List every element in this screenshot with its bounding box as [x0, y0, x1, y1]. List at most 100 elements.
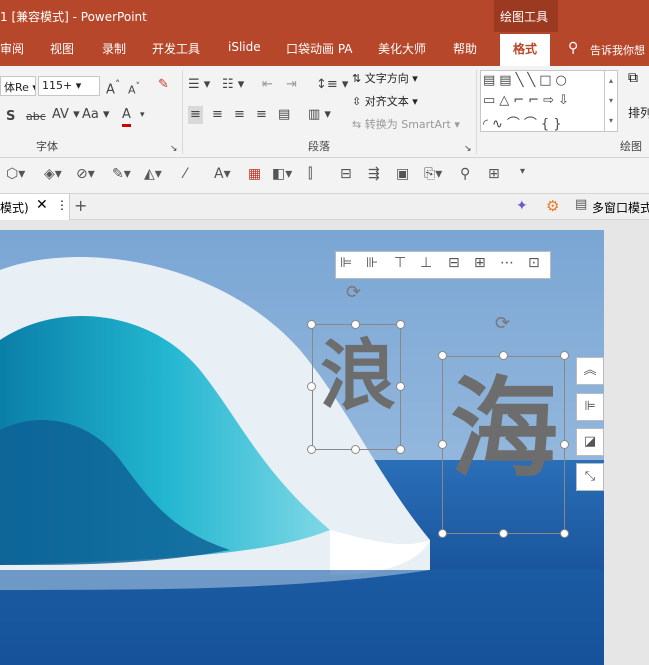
increase-indent-icon[interactable]: ⇥ [286, 76, 297, 94]
align-left-icon[interactable]: ≡ [188, 106, 203, 124]
customize-qat-icon[interactable]: ▾ [520, 166, 525, 177]
tell-me-box[interactable]: 告诉我你想 [590, 42, 645, 58]
search-icon[interactable]: ⚲ [568, 40, 578, 56]
align-text-button[interactable]: ⇳ 对齐文本 ▾ [352, 93, 418, 109]
align-center-icon[interactable]: ≡ [212, 106, 223, 124]
tab-1[interactable]: 视图 [50, 40, 74, 57]
outline-icon[interactable]: ✎▾ [112, 166, 131, 182]
rotate-handle-icon[interactable]: ⟳ [495, 313, 510, 334]
align-left-icon[interactable]: ⊫ [340, 255, 352, 271]
align-middle-icon[interactable]: ⊞ [474, 255, 486, 271]
drawing-group-label: 绘图 [620, 140, 642, 153]
numbering-icon[interactable]: ☷ ▾ [222, 76, 244, 94]
clear-format-icon[interactable]: ✎ [158, 76, 169, 94]
shapes-gallery[interactable]: ▤▤╲╲□○ ▭△⌐⌐⇨⇩ ◜∿⌒⌒{} [480, 70, 616, 132]
char-hai: 海 [450, 367, 559, 492]
decrease-font-icon[interactable]: A˅ [128, 78, 140, 100]
tab-2[interactable]: 录制 [102, 40, 126, 57]
shape-style-icon[interactable]: ◪ [576, 428, 604, 456]
arrange-icon[interactable]: ⧉ [628, 70, 638, 86]
smartart-label: 转换为 SmartArt [364, 118, 451, 131]
more-options-icon[interactable]: ⋯ [500, 255, 514, 271]
tab-8[interactable]: 格式 [513, 40, 537, 57]
align-center-v-icon[interactable]: ⊟ [448, 255, 460, 271]
select-pane-icon[interactable]: ⊞ [488, 166, 500, 182]
document-tab[interactable]: 模式) ✕ ⋮ [0, 194, 70, 220]
font-color-icon[interactable]: A [122, 106, 131, 127]
effects-icon[interactable]: ◭▾ [144, 166, 162, 182]
text-effects-icon[interactable]: A▾ [214, 166, 231, 182]
grid-icon[interactable]: ▦ [248, 166, 261, 182]
tab-6[interactable]: 美化大师 [378, 40, 426, 57]
document-tab-label: 模式) [0, 201, 29, 215]
text-direction-button[interactable]: ⇅ 文字方向 ▾ [352, 70, 418, 86]
divider [476, 70, 477, 154]
tab-4[interactable]: iSlide [228, 40, 261, 54]
multi-window-icon[interactable]: ▤ [575, 197, 587, 212]
text-direction-label: 文字方向 [364, 72, 409, 85]
distribute-v-icon[interactable]: ⊟ [340, 166, 352, 182]
tab-7[interactable]: 帮助 [453, 40, 477, 57]
font-launcher-icon[interactable]: ↘ [170, 140, 178, 158]
multi-window-label[interactable]: 多窗口模式 [592, 199, 649, 216]
fill-icon[interactable]: ◈▾ [44, 166, 62, 182]
font-size-value: 115+ [42, 79, 73, 92]
align-right-icon[interactable]: ⊪ [366, 255, 378, 271]
tab-3[interactable]: 开发工具 [152, 40, 200, 57]
rotate-handle-icon[interactable]: ⟳ [346, 282, 361, 303]
char-spacing-icon[interactable]: AV ▾ [52, 106, 80, 124]
font-size-combo[interactable]: 115+ ▾ [38, 76, 100, 96]
change-case-icon[interactable]: Aa ▾ [82, 106, 110, 124]
close-icon[interactable]: ✕ [36, 197, 48, 213]
shape-row-2[interactable]: ▭△⌐⌐⇨⇩ [483, 93, 573, 108]
window-title: 1 [兼容模式] - PowerPoint [0, 10, 147, 24]
eyedropper-icon[interactable]: ⁄ [184, 166, 186, 182]
align-text-label: 对齐文本 [364, 95, 409, 108]
layout-options-icon[interactable]: ︽ [576, 357, 604, 385]
paragraph-launcher-icon[interactable]: ↘ [464, 140, 472, 158]
color-swatch-icon[interactable]: ◧▾ [272, 166, 292, 182]
justify-icon[interactable]: ≡ [256, 106, 267, 124]
decrease-indent-icon[interactable]: ⇤ [262, 76, 273, 94]
shape-row-3[interactable]: ◜∿⌒⌒{} [483, 113, 565, 132]
bullets-icon[interactable]: ☰ ▾ [188, 76, 210, 94]
columns-icon[interactable]: ▥ ▾ [308, 106, 331, 124]
more-icon[interactable]: ⋮ [56, 198, 68, 212]
arrange-button[interactable]: 排列 [628, 104, 649, 121]
distributed-icon[interactable]: ▤ [278, 106, 290, 124]
divider [182, 70, 183, 154]
shape-tool-icon[interactable]: ⬡▾ [6, 166, 25, 182]
shapes-scroll[interactable]: ▴ ▾ ▾ [604, 70, 618, 132]
increase-font-icon[interactable]: A˄ [106, 76, 120, 99]
paste-icon[interactable]: ⎘▾ [424, 166, 442, 182]
shapes-icon[interactable]: ⊘▾ [76, 166, 95, 182]
magic-icon[interactable]: ✦ [516, 198, 528, 214]
tab-0[interactable]: 审阅 [0, 40, 24, 57]
align-right-icon[interactable]: ≡ [234, 106, 245, 124]
distribute-h-icon[interactable]: ⫿ [308, 166, 312, 182]
font-name-value: 体Re [4, 81, 29, 94]
resize-icon[interactable]: ⤡ [576, 463, 604, 491]
add-tab-icon[interactable]: + [74, 196, 87, 215]
smartart-button[interactable]: ⇆ 转换为 SmartArt ▾ [352, 116, 460, 132]
font-color-dropdown-icon[interactable]: ▾ [140, 106, 145, 124]
align-bottom-icon[interactable]: ⊥ [420, 255, 432, 271]
align-objects-icon[interactable]: ⊫ [576, 393, 604, 421]
font-group-label: 字体 [36, 140, 58, 153]
strikethrough-icon[interactable]: abc [26, 108, 46, 126]
quick-access-toolbar [0, 158, 649, 194]
char-lang: 浪 [320, 331, 396, 420]
group-icon[interactable]: ⊡ [528, 255, 540, 271]
text-align-icon[interactable]: ⇶ [368, 166, 380, 182]
gear-icon[interactable]: ⚙ [546, 197, 559, 215]
line-spacing-icon[interactable]: ↕≡ ▾ [316, 76, 348, 94]
contextual-tab-label: 绘图工具 [500, 10, 549, 24]
font-name-combo[interactable]: 体Re ▾ [0, 76, 36, 96]
paragraph-group-label: 段落 [308, 140, 330, 153]
tab-5[interactable]: 口袋动画 PA [286, 40, 353, 57]
format-painter-icon[interactable]: ⚲ [460, 166, 470, 182]
align-top-icon[interactable]: ⊤ [394, 255, 406, 271]
textbox-icon[interactable]: ▣ [396, 166, 409, 182]
shape-row-1[interactable]: ▤▤╲╲□○ [483, 73, 571, 88]
shadow-icon[interactable]: S [6, 108, 15, 126]
